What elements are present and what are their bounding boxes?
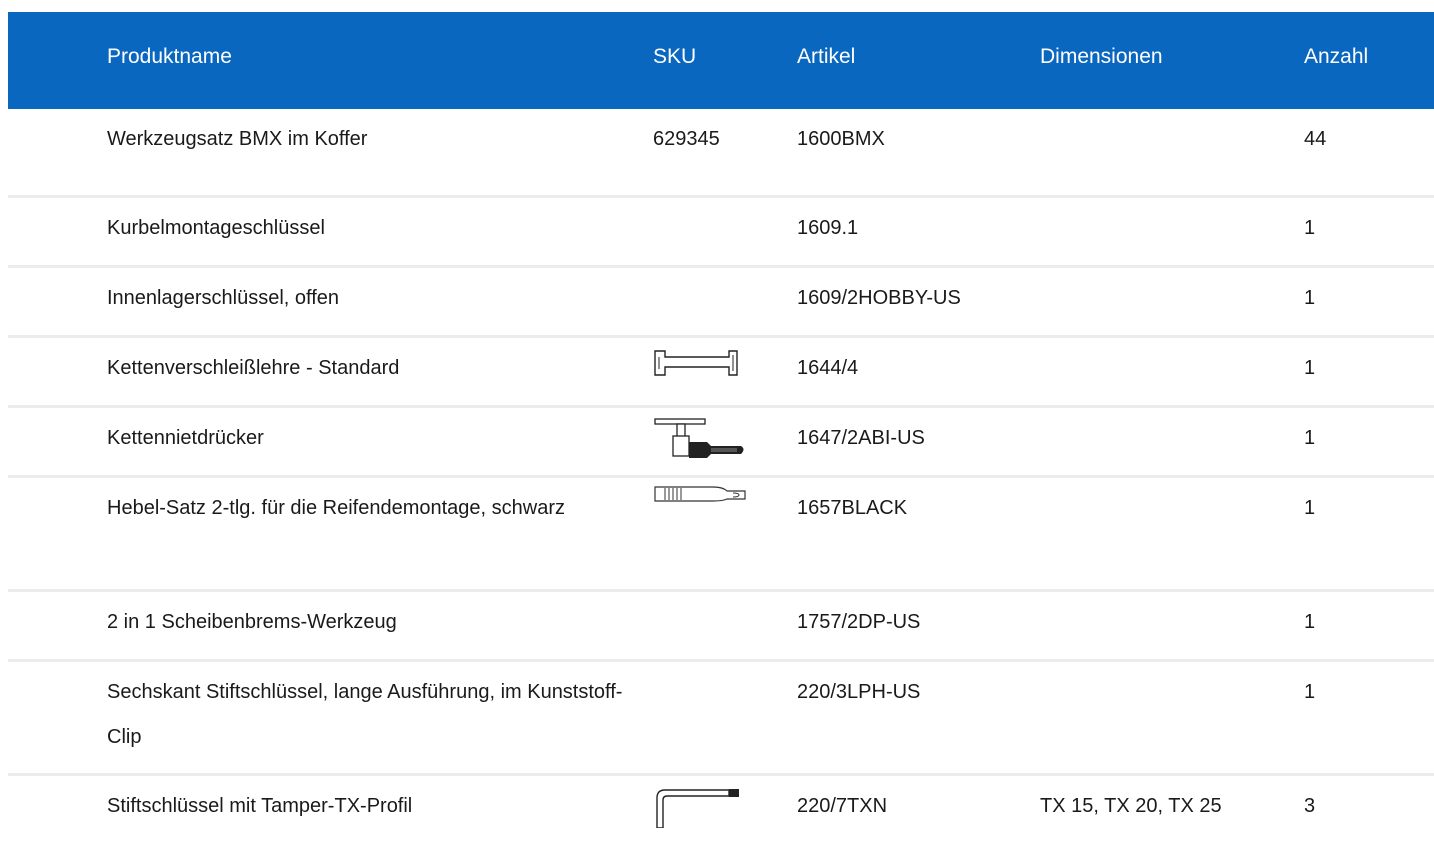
row-quantity: 3 bbox=[1304, 795, 1316, 817]
row-quantity: 1 bbox=[1304, 427, 1316, 449]
row-article: 1609/2HOBBY-US bbox=[797, 287, 961, 309]
row-quantity: 1 bbox=[1304, 681, 1316, 703]
row-quantity: 1 bbox=[1304, 611, 1316, 633]
row-article: 1647/2ABI-US bbox=[797, 427, 925, 449]
row-article: 220/3LPH-US bbox=[797, 681, 921, 703]
row-article: 220/7TXN bbox=[797, 795, 888, 817]
table-row: Stiftschlüssel mit Tamper-TX-Profil 220/… bbox=[8, 776, 1434, 856]
row-dimensions: TX 15, TX 20, TX 25 bbox=[1040, 795, 1222, 817]
row-quantity: 44 bbox=[1304, 128, 1327, 150]
row-product-name: Werkzeugsatz BMX im Koffer bbox=[107, 128, 368, 150]
row-quantity: 1 bbox=[1304, 497, 1316, 519]
torx-key-icon bbox=[653, 788, 743, 834]
row-product-name: Kettenverschleißlehre - Standard bbox=[107, 357, 400, 379]
row-product-name: Kurbelmontageschlüssel bbox=[107, 217, 325, 239]
row-article: 1609.1 bbox=[797, 217, 859, 239]
table-row: Kettennietdrücker 1647/2ABI-US 1 bbox=[8, 408, 1434, 478]
header-quantity[interactable]: Anzahl bbox=[1304, 45, 1368, 69]
row-article: 1644/4 bbox=[797, 357, 859, 379]
row-quantity: 1 bbox=[1304, 357, 1316, 379]
header-product-name[interactable]: Produktname bbox=[107, 45, 232, 69]
row-product-name: 2 in 1 Scheibenbrems-Werkzeug bbox=[107, 611, 397, 633]
table-row: Werkzeugsatz BMX im Koffer 629345 1600BM… bbox=[8, 109, 1434, 198]
header-sku[interactable]: SKU bbox=[653, 45, 696, 69]
table-row: Hebel-Satz 2-tlg. für die Reifendemontag… bbox=[8, 478, 1434, 592]
row-quantity: 1 bbox=[1304, 217, 1316, 239]
table-row: 2 in 1 Scheibenbrems-Werkzeug 1757/2DP-U… bbox=[8, 592, 1434, 662]
row-sku: 629345 bbox=[653, 128, 720, 150]
row-product-name: Hebel-Satz 2-tlg. für die Reifendemontag… bbox=[107, 497, 566, 519]
table-header: Produktname SKU Artikel Dimensionen Anza… bbox=[8, 12, 1434, 109]
table-row: Kurbelmontageschlüssel 1609.1 1 bbox=[8, 198, 1434, 268]
chain-wear-gauge-icon bbox=[653, 349, 739, 383]
table-row: Sechskant Stiftschlüssel, lange Ausführu… bbox=[8, 662, 1434, 776]
table-row: Kettenverschleißlehre - Standard 1644/4 … bbox=[8, 338, 1434, 408]
row-article: 1657BLACK bbox=[797, 497, 908, 519]
header-dimensions[interactable]: Dimensionen bbox=[1040, 45, 1163, 69]
row-product-name: Innenlagerschlüssel, offen bbox=[107, 287, 340, 309]
chain-tool-icon bbox=[653, 416, 747, 468]
row-product-name: Sechskant Stiftschlüssel, lange Ausführu… bbox=[107, 681, 623, 748]
row-article: 1600BMX bbox=[797, 128, 885, 150]
header-article[interactable]: Artikel bbox=[797, 45, 855, 69]
table-row: Innenlagerschlüssel, offen 1609/2HOBBY-U… bbox=[8, 268, 1434, 338]
row-article: 1757/2DP-US bbox=[797, 611, 921, 633]
row-product-name: Stiftschlüssel mit Tamper-TX-Profil bbox=[107, 795, 413, 817]
parts-table: Produktname SKU Artikel Dimensionen Anza… bbox=[8, 12, 1434, 856]
row-product-name: Kettennietdrücker bbox=[107, 427, 264, 449]
row-quantity: 1 bbox=[1304, 287, 1316, 309]
tire-lever-icon bbox=[653, 485, 749, 509]
